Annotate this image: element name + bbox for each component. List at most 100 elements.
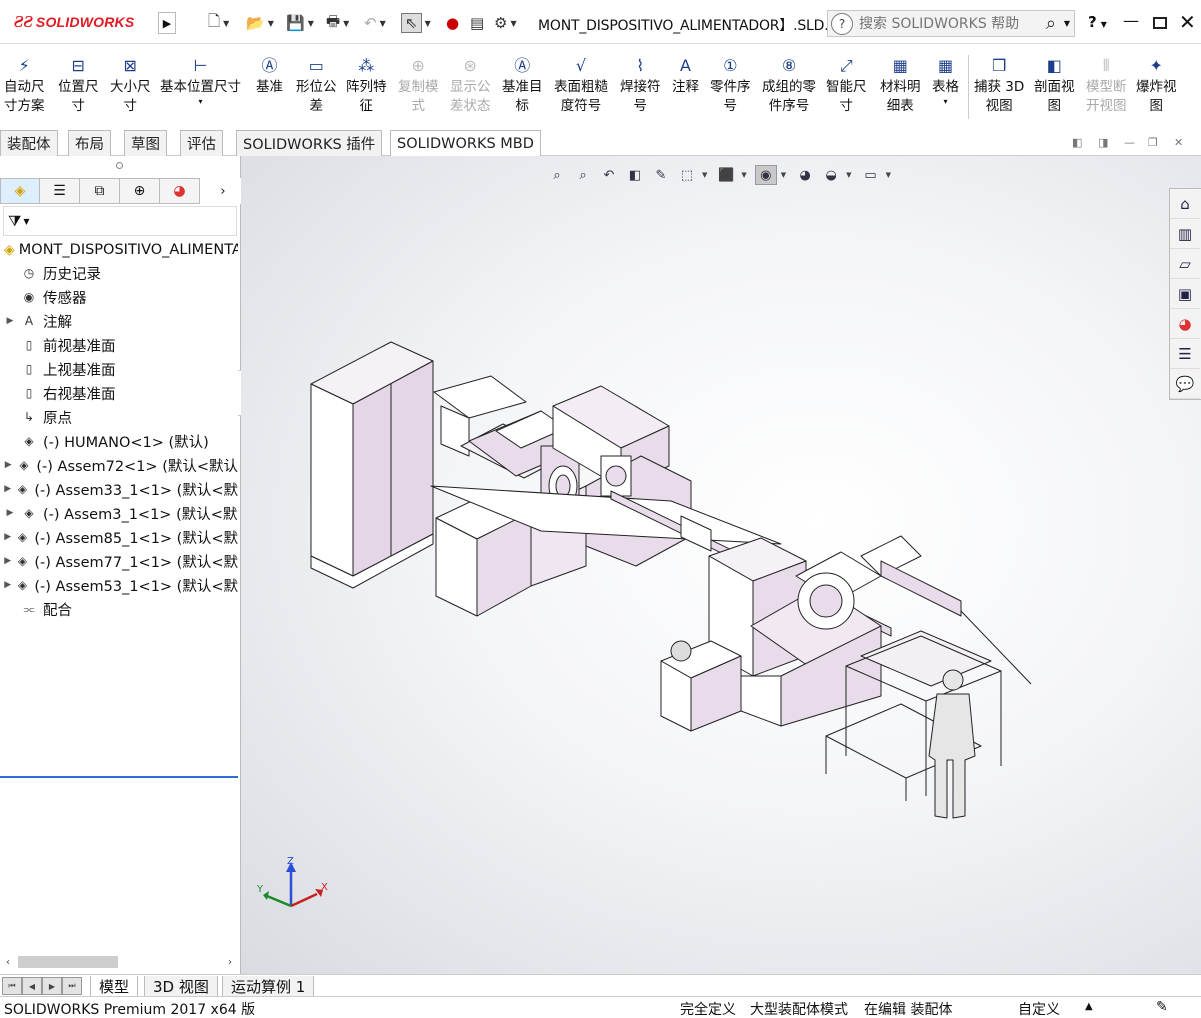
expand-arrow-icon[interactable]: ▶ [0,532,15,542]
chevron-down-icon[interactable]: ▼ [702,171,707,179]
ribbon-note-button[interactable]: A 注释 [672,53,699,125]
file-properties-button[interactable]: ▤ [470,13,484,33]
tree-item[interactable]: ▶ A 注解 [0,310,238,332]
collapse-left-icon[interactable]: ◧ [1072,136,1082,149]
dimxpert-manager-tab[interactable]: ⊕ [120,178,160,204]
forum-icon[interactable]: 💬 [1170,369,1200,399]
view-settings-icon[interactable]: ▭ [860,165,882,185]
menu-expand-button[interactable]: ▶ [158,12,176,34]
rebuild-button[interactable]: ● [446,13,459,33]
apply-scene-icon[interactable]: ◒ [820,165,842,185]
help-search-input[interactable] [859,15,1029,32]
bottom-tab-2[interactable]: 运动算例 1 [222,976,315,997]
ribbon-capture-3d-view-button[interactable]: ❒ 捕获 3D 视图 [974,53,1024,125]
expand-arrow-icon[interactable]: ▶ [0,556,15,566]
tree-item[interactable]: ◉ 传感器 [0,286,238,308]
scroll-left-icon[interactable]: ‹ [0,957,16,968]
tree-root[interactable]: ◈ MONT_DISPOSITIVO_ALIMENTADOR [4,240,238,260]
expand-arrow-icon[interactable]: ▶ [0,508,20,518]
open-document-button[interactable]: 📂 ▼ [246,13,274,33]
restore-doc-icon[interactable]: ❐ [1148,136,1158,149]
tree-item[interactable]: ▶ ◈ (-) Assem3_1<1> (默认<默 [0,502,238,524]
chevron-up-icon[interactable]: ▲ [1085,1001,1093,1012]
ribbon-size-dimension-button[interactable]: ⊠ 大小尺寸 [110,53,151,125]
tree-filter[interactable]: ⧩ ▼ [3,206,237,236]
ribbon-surface-finish-button[interactable]: √ 表面粗糙 度符号 [554,53,608,125]
options-button[interactable]: ⚙ ▼ [494,13,517,33]
appearances-icon[interactable]: ◕ [1170,309,1200,339]
ribbon-exploded-view-button[interactable]: ✦ 爆炸视图 [1136,53,1177,125]
ribbon-show-tolerance-status-button[interactable]: ⊛ 显示公 差状态 [450,53,491,125]
collapse-right-icon[interactable]: ◨ [1098,136,1108,149]
display-style-icon[interactable]: ⬛ [715,165,737,185]
zoom-to-area-icon[interactable]: ⌕ [572,165,594,185]
prev-tab-icon[interactable]: ◀ [22,977,42,995]
chevron-down-icon[interactable]: ▼ [886,171,891,179]
help-button[interactable]: ? ▼ [1088,13,1107,31]
ribbon-datum-target-button[interactable]: Ⓐ 基准目标 [502,53,543,125]
display-manager-tab[interactable]: ◕ [160,178,200,204]
maximize-button[interactable] [1153,17,1167,29]
tree-item[interactable]: ▶ ◈ (-) Assem33_1<1> (默认<默 [0,478,238,500]
expand-arrow-icon[interactable]: ▶ [0,460,17,470]
home-icon[interactable]: ⌂ [1170,189,1200,219]
tab-2[interactable]: 草图 [124,130,167,156]
expand-arrow-icon[interactable]: ▶ [0,580,15,590]
tree-item[interactable]: ⫗ 配合 [0,598,238,620]
ribbon-stacked-balloon-button[interactable]: ⑧ 成组的零 件序号 [762,53,816,125]
minimize-button[interactable]: — [1123,11,1139,30]
tree-item[interactable]: ↳ 原点 [0,406,238,428]
custom-properties-icon[interactable]: ☰ [1170,339,1200,369]
expand-arrow-icon[interactable]: ▶ [0,484,15,494]
minimize-doc-icon[interactable]: — [1124,136,1135,149]
close-button[interactable]: ✕ [1179,10,1196,34]
section-view-icon[interactable]: ◧ [624,165,646,185]
tab-1[interactable]: 布局 [68,130,111,156]
chevron-down-icon[interactable]: ▼ [1064,19,1070,28]
chevron-down-icon[interactable]: ▾ [943,97,947,107]
ribbon-weld-symbol-button[interactable]: ⌇ 焊接符号 [620,53,661,125]
ribbon-table-button[interactable]: ▦ 表格 ▾ [932,53,959,125]
tab-4[interactable]: SOLIDWORKS 插件 [236,130,383,156]
feeder-machine-right[interactable] [708,535,962,727]
bottom-tab-0[interactable]: 模型 [90,976,139,997]
ribbon-section-view-button[interactable]: ◧ 剖面视图 [1034,53,1075,125]
ribbon-bom-button[interactable]: ▦ 材料明 细表 [880,53,921,125]
tab-5[interactable]: SOLIDWORKS MBD [390,130,541,156]
bottom-tab-1[interactable]: 3D 视图 [144,976,218,997]
tab-0[interactable]: 装配体 [0,130,58,156]
chevron-down-icon[interactable]: ▼ [846,171,851,179]
hide-show-items-icon[interactable]: ◉ [754,165,777,185]
tree-item[interactable]: ▶ ◈ (-) Assem85_1<1> (默认<默 [0,526,238,548]
panel-grip[interactable] [116,162,123,169]
property-manager-tab[interactable]: ☰ [40,178,80,204]
save-button[interactable]: 💾 ▼ [286,13,314,33]
ribbon-model-break-view-button[interactable]: ⫴ 模型断 开视图 [1086,53,1127,125]
scroll-right-icon[interactable]: › [222,957,238,968]
graphics-area[interactable]: ⌕ ⌕ ↶ ◧ ✎ ⬚ ▼ ⬛ ▼ ◉ ▼ ◕ ◒ ▼ ▭ ▼ ⌂ ▥ ▱ ▣ ◕ ☰ 💬… [241,156,1201,974]
zoom-to-fit-icon[interactable]: ⌕ [546,165,568,185]
electrical-cabinet[interactable] [310,341,434,589]
assembly-model-view[interactable] [241,156,1201,974]
chevron-down-icon[interactable]: ▾ [198,97,202,107]
panel-horizontal-scrollbar[interactable]: ‹ › [0,954,238,970]
feature-manager-tab[interactable]: ◈ [0,178,40,204]
expand-arrow-icon[interactable]: ▶ [0,316,20,326]
select-button[interactable]: ⇖ ▼ [401,13,431,33]
status-icon[interactable]: ✎ [1156,999,1168,1015]
ribbon-smart-dimension-button[interactable]: ⤢ 智能尺寸 [826,53,867,125]
ribbon-auto-dimension-button[interactable]: ⚡ 自动尺 寸方案 [4,53,45,125]
tab-3[interactable]: 评估 [180,130,223,156]
tree-item[interactable]: ▶ ◈ (-) Assem72<1> (默认<默认 [0,454,238,476]
search-icon[interactable]: ⌕ [1046,13,1056,34]
help-search-box[interactable]: ? ⌕ ▼ [827,10,1075,37]
edit-appearance-icon[interactable]: ◕ [794,165,816,185]
tree-item[interactable]: ▯ 上视基准面 [0,358,238,380]
solidworks-logo[interactable]: ƧƧ SOLIDWORKS [14,12,134,32]
chevron-down-icon[interactable]: ▼ [781,171,786,179]
view-orientation-icon[interactable]: ⬚ [676,165,698,185]
tree-item[interactable]: ▶ ◈ (-) Assem53_1<1> (默认<默 [0,574,238,596]
ribbon-geometric-tolerance-button[interactable]: ▭ 形位公差 [296,53,337,125]
tree-item[interactable]: ▯ 右视基准面 [0,382,238,404]
print-button[interactable]: 🖶 ▼ [326,12,349,33]
